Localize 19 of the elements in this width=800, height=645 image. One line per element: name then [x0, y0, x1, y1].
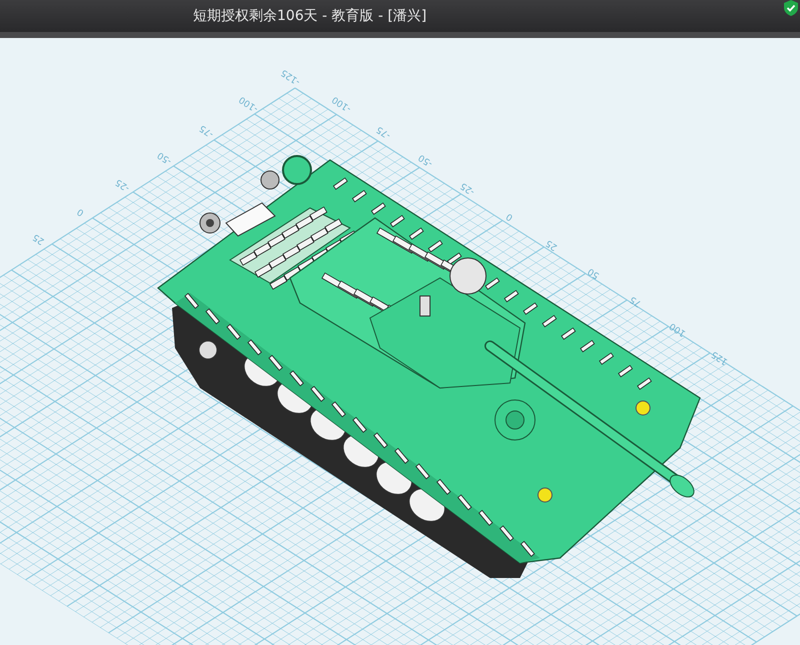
shield-check-icon: [784, 0, 798, 16]
window-title: 短期授权剩余106天 - 教育版 - [潘兴]: [193, 7, 427, 25]
grid-axis-label: -100: [238, 94, 260, 114]
grid-axis-label: 125: [710, 348, 730, 366]
grid-axis-label: 0: [76, 206, 86, 218]
grid-axis-label: -75: [198, 122, 216, 139]
grid-axis-label: -125: [280, 66, 302, 86]
grid-axis-label: -50: [156, 149, 174, 166]
grid-axis-label: -25: [459, 180, 477, 196]
grid-axis-label: 100: [668, 320, 688, 338]
grid-axis-label: -50: [417, 152, 435, 168]
grid-axis-label: 50: [586, 266, 602, 280]
grid-axis-label: 75: [628, 294, 644, 308]
grid-axis-label: 0: [504, 210, 516, 222]
grid-axis-label: 25: [544, 237, 560, 252]
grid-axis-label: -100: [330, 94, 354, 114]
grid-axis-label: -75: [375, 124, 393, 140]
grid-axis-label: -25: [114, 176, 132, 193]
grid-axis-label: 25: [31, 231, 46, 246]
